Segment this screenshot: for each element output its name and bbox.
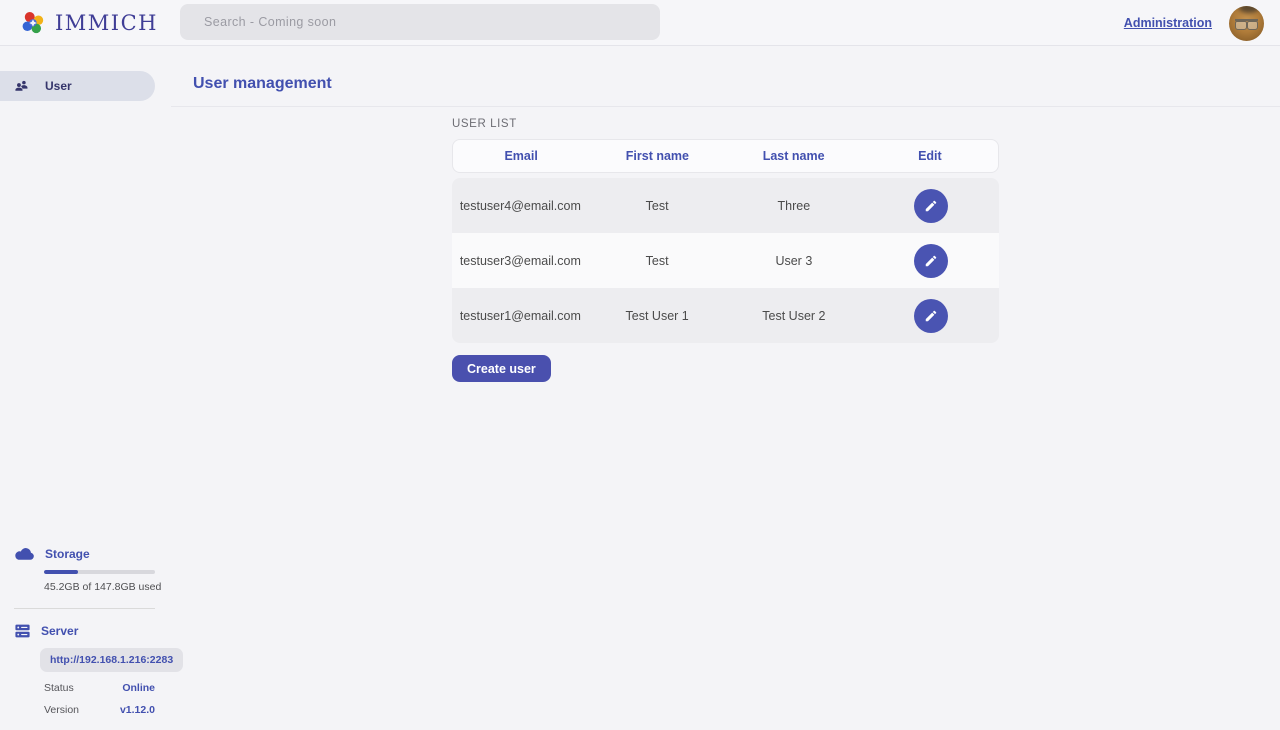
avatar-glasses-detail <box>1235 19 1258 27</box>
server-icon <box>14 623 31 639</box>
sidebar-footer: Storage 45.2GB of 147.8GB used Server ht… <box>0 546 171 716</box>
column-header-email: Email <box>453 149 589 163</box>
storage-title: Storage <box>45 547 90 561</box>
storage-progress-fill <box>44 570 78 574</box>
table-row: testuser1@email.com Test User 1 Test Use… <box>452 288 999 343</box>
app-header: IMMICH Administration <box>0 0 1280 46</box>
avatar-photo-detail <box>1239 6 1259 13</box>
edit-user-button[interactable] <box>914 244 948 278</box>
user-first-name-cell: Test User 1 <box>589 309 726 323</box>
create-user-button[interactable]: Create user <box>452 355 551 382</box>
status-label: Status <box>44 682 74 694</box>
version-label: Version <box>44 704 79 716</box>
user-email-cell: testuser3@email.com <box>452 254 589 268</box>
user-first-name-cell: Test <box>589 254 726 268</box>
server-url-badge: http://192.168.1.216:2283 <box>40 648 183 672</box>
server-title: Server <box>41 624 78 638</box>
sidebar-item-user-label: User <box>45 79 72 93</box>
storage-progress-bar <box>44 570 155 574</box>
user-avatar[interactable] <box>1229 6 1264 41</box>
user-last-name-cell: User 3 <box>726 254 863 268</box>
column-header-first-name: First name <box>589 149 725 163</box>
version-value: v1.12.0 <box>120 704 155 716</box>
table-row: testuser4@email.com Test Three <box>452 178 999 233</box>
title-divider <box>171 106 1280 107</box>
cloud-icon <box>14 546 35 561</box>
user-first-name-cell: Test <box>589 199 726 213</box>
pencil-icon <box>924 199 938 213</box>
app-title: IMMICH <box>55 11 158 35</box>
user-table-body: testuser4@email.com Test Three testuser3… <box>452 178 999 343</box>
table-row: testuser3@email.com Test User 3 <box>452 233 999 288</box>
column-header-last-name: Last name <box>726 149 862 163</box>
user-email-cell: testuser4@email.com <box>452 199 589 213</box>
user-list-heading: USER LIST <box>452 118 999 130</box>
immich-flower-icon <box>20 10 46 36</box>
user-last-name-cell: Test User 2 <box>726 309 863 323</box>
user-email-cell: testuser1@email.com <box>452 309 589 323</box>
server-version-row: Version v1.12.0 <box>44 704 155 716</box>
column-header-edit: Edit <box>862 149 998 163</box>
status-value: Online <box>122 682 155 694</box>
main-content: User management USER LIST Email First na… <box>171 46 1280 730</box>
user-table-header: Email First name Last name Edit <box>452 139 999 173</box>
storage-usage-text: 45.2GB of 147.8GB used <box>44 581 171 593</box>
immich-logo[interactable]: IMMICH <box>0 10 160 36</box>
page-title: User management <box>193 75 1280 93</box>
edit-user-button[interactable] <box>914 299 948 333</box>
server-status-row: Status Online <box>44 682 155 694</box>
sidebar-divider <box>14 608 155 609</box>
sidebar-item-user[interactable]: User <box>0 71 155 101</box>
administration-link[interactable]: Administration <box>1124 16 1212 30</box>
pencil-icon <box>924 309 938 323</box>
user-last-name-cell: Three <box>726 199 863 213</box>
users-icon <box>14 78 31 95</box>
pencil-icon <box>924 254 938 268</box>
search-input[interactable] <box>180 4 660 40</box>
admin-sidebar: User Storage 45.2GB of 147.8GB used <box>0 46 171 730</box>
edit-user-button[interactable] <box>914 189 948 223</box>
